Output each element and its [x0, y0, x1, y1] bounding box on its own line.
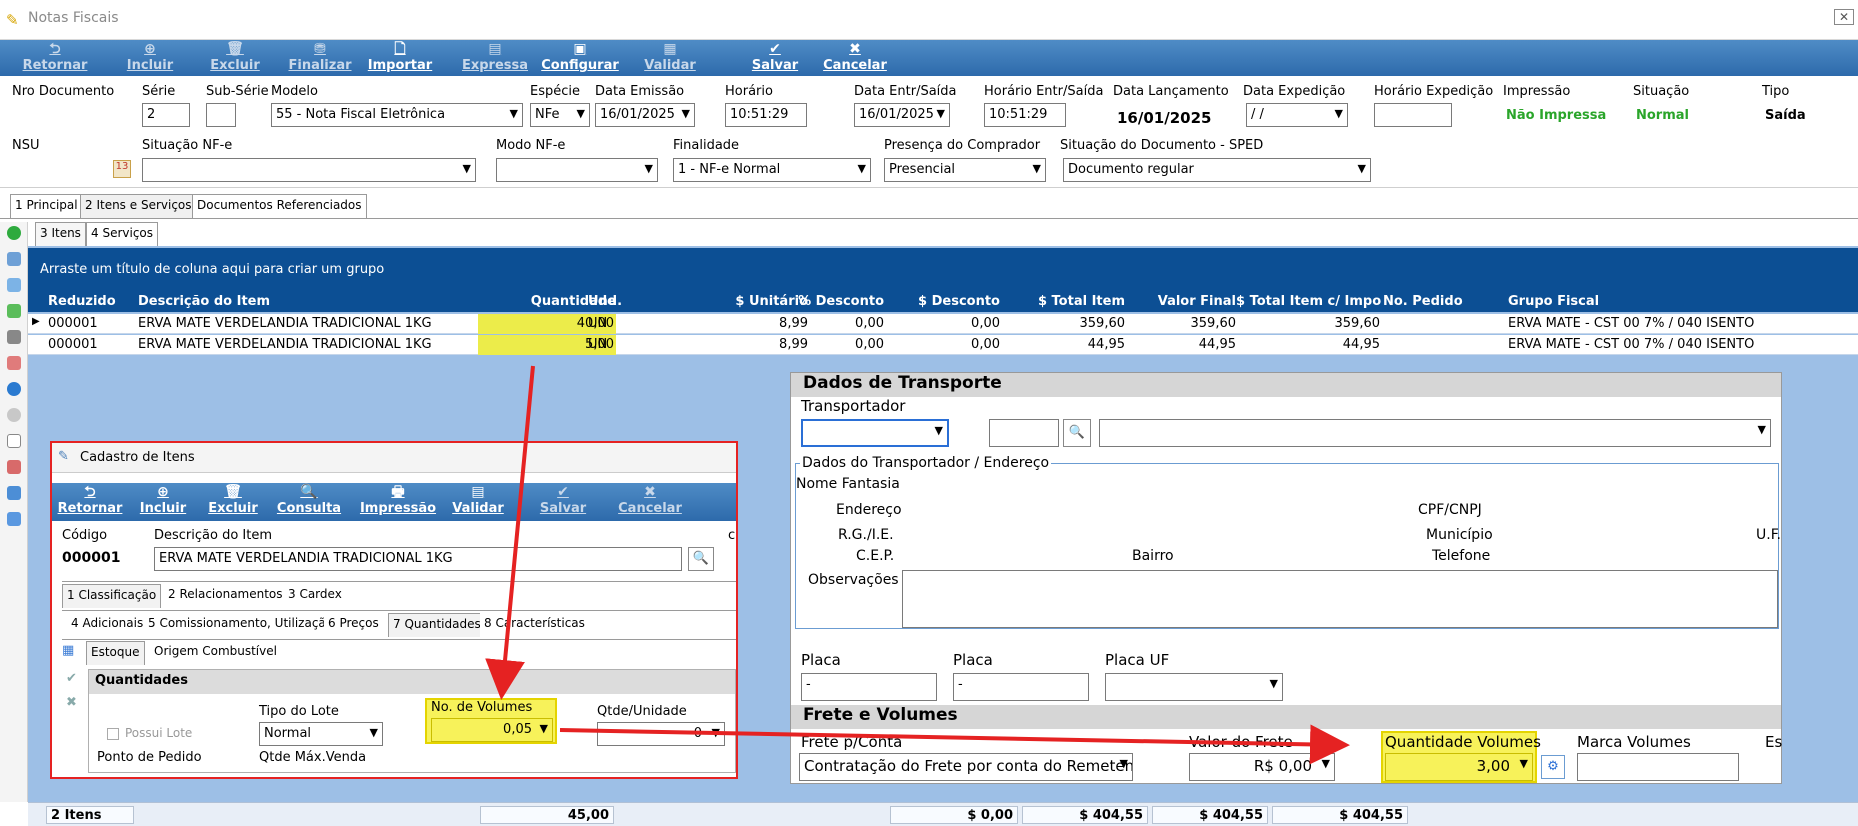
arrow-to-volumes	[485, 365, 535, 700]
annotation-arrows	[485, 365, 1350, 765]
arrow-to-quantidade-volumes	[559, 724, 1350, 765]
